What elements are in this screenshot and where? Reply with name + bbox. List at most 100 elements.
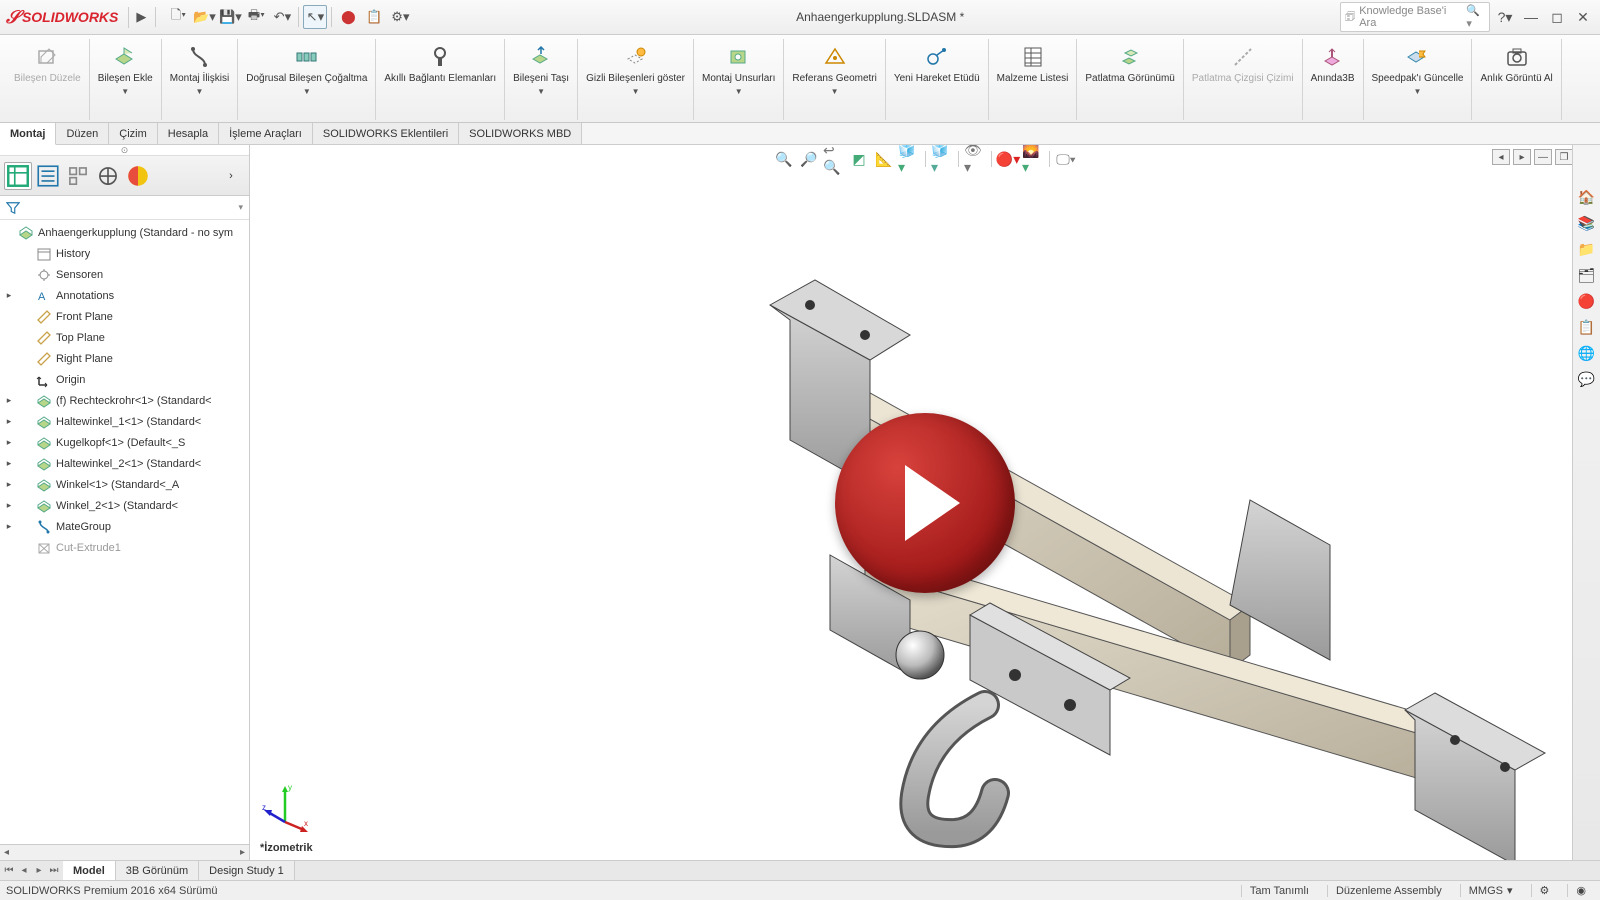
display-style-button[interactable]: 🧊▾ — [931, 149, 953, 169]
tree-item[interactable]: Right Plane — [0, 348, 249, 369]
ribbon-component-insert-button[interactable]: Bileşen Ekle▼ — [96, 41, 155, 98]
custom-properties-tab[interactable]: 📋 — [1575, 315, 1599, 339]
tree-item[interactable]: ▸Winkel_2<1> (Standard< — [0, 495, 249, 516]
chevron-down-icon[interactable]: ▼ — [537, 87, 545, 96]
ribbon-snapshot-button[interactable]: Anlık Görüntü Al — [1478, 41, 1554, 87]
search-box[interactable]: 🗊 Knowledge Base'i Ara 🔍▾ — [1340, 2, 1490, 32]
print-button[interactable]: 🖶▾ — [244, 5, 268, 29]
open-button[interactable]: 📂▾ — [192, 5, 216, 29]
command-tab-solidworks-eklentileri[interactable]: SOLIDWORKS Eklentileri — [313, 123, 459, 144]
tree-item[interactable]: ▸MateGroup — [0, 516, 249, 537]
tree-item[interactable]: Origin — [0, 369, 249, 390]
edit-appearance-button[interactable]: 🔴▾ — [997, 149, 1019, 169]
ribbon-exploded-view-button[interactable]: Patlatma Görünümü — [1083, 41, 1177, 87]
maximize-button[interactable]: ◻ — [1546, 6, 1568, 28]
tree-item[interactable]: ▸Kugelkopf<1> (Default<_S — [0, 432, 249, 453]
undo-button[interactable]: ↶▾ — [270, 5, 294, 29]
filter-dropdown-icon[interactable]: ▾ — [238, 202, 243, 213]
display-manager-tab[interactable] — [124, 162, 152, 190]
chevron-down-icon[interactable]: ▼ — [196, 87, 204, 96]
bottom-tab-model[interactable]: Model — [63, 861, 116, 880]
help-button[interactable]: ?▾ — [1494, 6, 1516, 28]
close-button[interactable]: ✕ — [1572, 6, 1594, 28]
bottom-tab-design-study-1[interactable]: Design Study 1 — [199, 861, 295, 880]
chevron-down-icon[interactable]: ▼ — [121, 87, 129, 96]
additional-tab[interactable]: 💬 — [1575, 367, 1599, 391]
command-tab-montaj[interactable]: Montaj — [0, 123, 56, 145]
command-tab-hesapla[interactable]: Hesapla — [158, 123, 219, 144]
chevron-down-icon[interactable]: ▼ — [1414, 87, 1422, 96]
zoom-area-button[interactable]: 🔎 — [798, 149, 820, 169]
ribbon-bom-button[interactable]: Malzeme Listesi — [995, 41, 1071, 87]
feature-manager-tab[interactable] — [4, 162, 32, 190]
ribbon-speedpak-button[interactable]: Speedpak'ı Güncelle▼ — [1370, 41, 1466, 98]
tree-expand-icon[interactable]: ▸ — [4, 500, 14, 511]
ribbon-motion-study-button[interactable]: Yeni Hareket Etüdü — [892, 41, 982, 87]
ribbon-show-hidden-button[interactable]: Gizli Bileşenleri göster▼ — [584, 41, 687, 98]
feature-tree[interactable]: Anhaengerkupplung (Standard - no sym His… — [0, 220, 249, 844]
command-tab-i̇şleme-araçları[interactable]: İşleme Araçları — [219, 123, 313, 144]
chevron-down-icon[interactable]: ▼ — [831, 87, 839, 96]
tree-item[interactable]: Front Plane — [0, 306, 249, 327]
viewport-restore-button[interactable]: ❐ — [1555, 149, 1573, 165]
chevron-down-icon[interactable]: ▼ — [303, 87, 311, 96]
select-button[interactable]: ↖▾ — [303, 5, 327, 29]
file-explorer-tab[interactable]: 📁 — [1575, 237, 1599, 261]
chevron-down-icon[interactable]: ▼ — [735, 87, 743, 96]
command-tab-düzen[interactable]: Düzen — [56, 123, 109, 144]
tree-item[interactable]: Sensoren — [0, 264, 249, 285]
tree-item[interactable]: ▸Haltewinkel_1<1> (Standard< — [0, 411, 249, 432]
section-view-button[interactable]: ◩ — [848, 149, 870, 169]
qat-expand-icon[interactable]: ▶ — [129, 5, 153, 29]
options-button[interactable]: ⚙▾ — [388, 5, 412, 29]
apply-scene-button[interactable]: 🌄▾ — [1022, 149, 1044, 169]
status-units[interactable]: MMGS ▾ — [1460, 884, 1521, 897]
ribbon-instant3d-button[interactable]: Anında3B — [1309, 41, 1357, 87]
view-settings-button[interactable]: 🖵▾ — [1055, 149, 1077, 169]
tree-item[interactable]: ▸Haltewinkel_2<1> (Standard< — [0, 453, 249, 474]
tree-expand-icon[interactable]: ▸ — [4, 290, 14, 301]
tree-item[interactable]: History — [0, 243, 249, 264]
view-orientation-button[interactable]: 🧊▾ — [898, 149, 920, 169]
viewport-next-button[interactable]: ▸ — [1513, 149, 1531, 165]
tree-expand-icon[interactable]: ▸ — [4, 521, 14, 532]
zoom-fit-button[interactable]: 🔍 — [773, 149, 795, 169]
file-properties-button[interactable]: 📋 — [362, 5, 386, 29]
tree-item[interactable]: Cut-Extrude1 — [0, 537, 249, 558]
view-triad[interactable]: y x z — [260, 782, 310, 832]
chevron-down-icon[interactable]: ▼ — [632, 87, 640, 96]
panel-pin-row[interactable]: ⊙ — [0, 145, 249, 156]
design-library-tab[interactable]: 📚 — [1575, 211, 1599, 235]
tree-item[interactable]: ▸AAnnotations — [0, 285, 249, 306]
ribbon-smart-fastener-button[interactable]: Akıllı Bağlantı Elemanları — [382, 41, 498, 87]
hide-show-button[interactable]: 👁▾ — [964, 149, 986, 169]
solidworks-resources-tab[interactable]: 🏠 — [1575, 185, 1599, 209]
property-manager-tab[interactable] — [34, 162, 62, 190]
minimize-button[interactable]: — — [1520, 6, 1542, 28]
command-tab-solidworks-mbd[interactable]: SOLIDWORKS MBD — [459, 123, 582, 144]
ribbon-move-component-button[interactable]: Bileşeni Taşı▼ — [511, 41, 571, 98]
tree-expand-icon[interactable]: ▸ — [4, 458, 14, 469]
view-palette-tab[interactable]: 🗂 — [1575, 263, 1599, 287]
search-icon[interactable]: 🔍▾ — [1466, 4, 1485, 30]
command-tab-çizim[interactable]: Çizim — [109, 123, 158, 144]
tab-nav-buttons[interactable]: ⏮◂▸⏭ — [0, 861, 63, 880]
ribbon-assembly-features-button[interactable]: Montaj Unsurları▼ — [700, 41, 777, 98]
tree-expand-icon[interactable]: ▸ — [4, 437, 14, 448]
tree-item[interactable]: ▸Winkel<1> (Standard<_A — [0, 474, 249, 495]
ribbon-mate-button[interactable]: Montaj İlişkisi▼ — [168, 41, 231, 98]
viewport-prev-button[interactable]: ◂ — [1492, 149, 1510, 165]
tree-expand-icon[interactable]: ▸ — [4, 479, 14, 490]
tree-root-assembly[interactable]: Anhaengerkupplung (Standard - no sym — [0, 222, 249, 243]
graphics-viewport[interactable]: 🔍 🔎 ↩🔍 ◩ 📐 🧊▾ 🧊▾ 👁▾ 🔴▾ 🌄▾ 🖵▾ ◂ ▸ — ❐ ✕ — [250, 145, 1600, 860]
tree-item[interactable]: ▸(f) Rechteckrohr<1> (Standard< — [0, 390, 249, 411]
bottom-tab-3b-görünüm[interactable]: 3B Görünüm — [116, 861, 199, 880]
ribbon-ref-geometry-button[interactable]: Referans Geometri▼ — [790, 41, 878, 98]
previous-view-button[interactable]: ↩🔍 — [823, 149, 845, 169]
tree-expand-icon[interactable]: ▸ — [4, 416, 14, 427]
configuration-manager-tab[interactable] — [64, 162, 92, 190]
tree-filter-row[interactable]: ▾ — [0, 196, 249, 220]
save-button[interactable]: 💾▾ — [218, 5, 242, 29]
rebuild-button[interactable]: ⬤ — [336, 5, 360, 29]
tree-item[interactable]: Top Plane — [0, 327, 249, 348]
